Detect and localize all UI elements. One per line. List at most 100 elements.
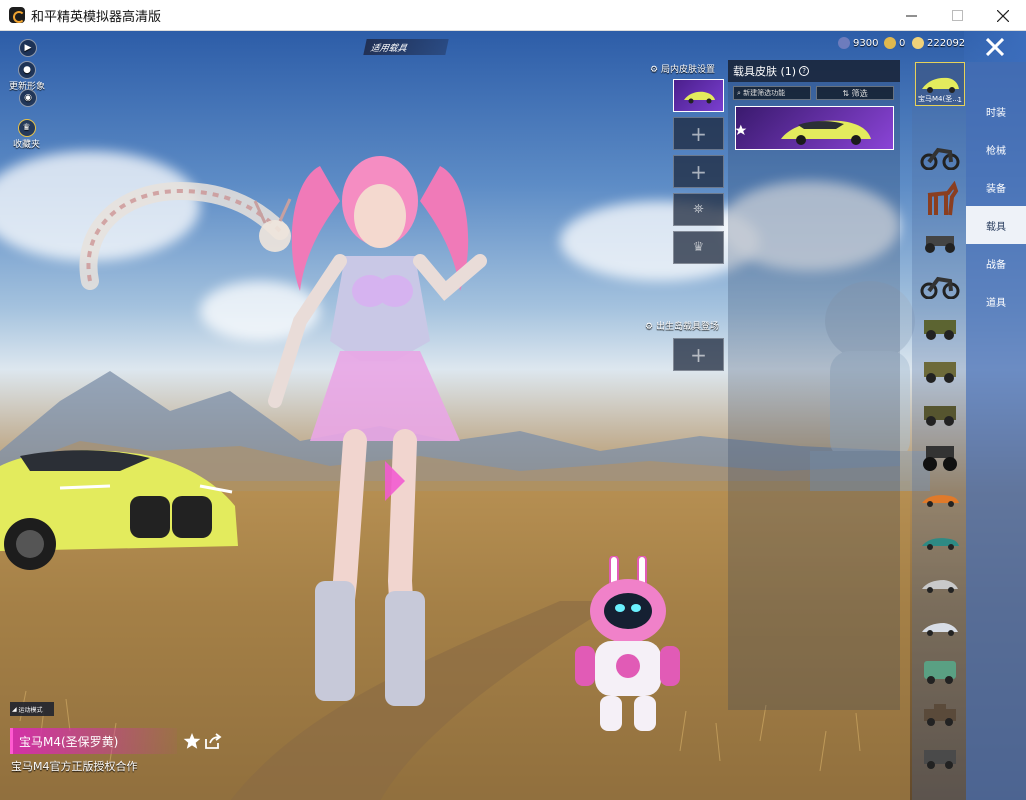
share-icon[interactable] [204,732,222,750]
spawn-island-label: 出生岛载具登场 [655,322,719,332]
tab-weapons[interactable]: 枪械 [966,130,1026,168]
vehicle-item-jeep-2[interactable] [915,394,965,434]
skin-slot-3[interactable]: + [673,155,724,188]
vehicle-item-horse[interactable] [915,179,965,219]
vehicle-item-monster-truck[interactable] [915,437,965,477]
vehicle-skin-panel: 载具皮肤 (1) ? ⌕ 新建筛选功能 ⇅ 筛选 [728,60,900,710]
close-icon [986,37,1004,56]
buggy-icon [925,236,955,253]
filter-icon: ⇅ [842,88,852,98]
tab-vehicles[interactable]: 载具 [966,206,1026,244]
play-icon: ▶ [19,39,37,57]
app-logo-icon [9,7,25,23]
car-thumbnail-icon [735,120,871,145]
close-icon [997,9,1009,22]
tab-tactical[interactable]: 战备 [966,244,1026,282]
add-icon: + [690,342,707,367]
uaz-icon [924,362,956,383]
vehicle-item-sports-car-teal[interactable] [915,523,965,563]
vehicle-item-buggy[interactable] [915,222,965,262]
skin-slot-5[interactable]: ♛ [673,231,724,264]
close-window-button[interactable] [980,0,1026,31]
vehicle-item-motorcycle-2[interactable] [915,265,965,305]
vehicle-item-coupe[interactable] [915,609,965,649]
skin-search-text: 新建筛选功能 [743,89,786,97]
close-panel-button[interactable] [964,31,1026,62]
gear-icon: ⚙ [650,65,661,75]
badge-icon: ⛯ [693,202,704,217]
skin-filter-button[interactable]: ⇅ 筛选 [816,86,894,100]
skin-slot-1[interactable] [673,79,724,112]
minimize-button[interactable] [888,0,934,31]
medal-icon [884,37,896,49]
tab-equipment[interactable]: 装备 [966,168,1026,206]
currency-second: 0 [884,37,905,49]
view-toggle-button[interactable]: ◉ [19,89,37,107]
pet-robot-model [575,556,680,731]
vehicle-item-bus[interactable] [915,652,965,692]
help-icon[interactable]: ? [799,66,810,76]
sports-car-icon [922,538,959,550]
skin-slot-4[interactable]: ⛯ [673,193,724,226]
skin-slot-2[interactable]: + [673,117,724,150]
vehicle-item-caption: 宝马M4(圣... [918,95,959,103]
gear-icon: ⚙ [645,322,656,332]
motorcycle-icon [920,147,960,170]
update-look-button[interactable]: ● 更新形象 [9,61,45,92]
vehicle-item-sports-car-orange[interactable] [915,480,965,520]
currency-second-value: 0 [899,37,906,49]
vehicle-item-bmw[interactable]: 宝马M4(圣... 1 [915,62,965,106]
vehicle-item-count: 1 [957,96,962,104]
maximize-icon [951,10,963,21]
horse-icon [927,181,959,216]
mode-badge: ◢ 运动模式 [10,702,54,716]
item-name-bar: 宝马M4(圣保罗黄) [10,728,177,754]
title-bar: 和平精英模拟器高清版 [0,0,1026,31]
motorcycle-icon [920,276,960,299]
minimize-icon [905,15,917,17]
car-thumbnail-icon [683,91,715,103]
skin-card-bmw-m4[interactable] [735,106,894,150]
token-icon [838,37,850,49]
jeep-icon [924,406,956,426]
sedan-icon [922,580,958,593]
spawn-island-slot[interactable]: + [673,338,724,371]
vehicle-item-uaz[interactable] [915,351,965,391]
maximize-button[interactable] [934,0,980,31]
window-title: 和平精英模拟器高清版 [31,9,162,25]
skin-search-input[interactable]: ⌕ 新建筛选功能 [733,86,811,100]
app-window: 和平精英模拟器高清版 ▶ ● 更新形象 ◉ ♛ 收藏夹 适用载具 9300 0 … [0,0,1026,800]
favorites-label: 收藏夹 [13,140,41,150]
vehicle-item-truck[interactable] [915,738,965,778]
skin-filter-label: 筛选 [851,88,868,98]
truck-icon [924,750,956,769]
crown-icon: ♛ [17,119,36,137]
bus-icon [924,661,956,684]
coupe-icon [922,623,958,636]
car-thumbnail-icon [922,77,959,93]
favorites-button[interactable]: ♛ 收藏夹 [13,119,40,150]
play-hud-button[interactable]: ▶ [19,39,37,57]
coin-icon [912,37,924,49]
item-description: 宝马M4官方正版授权合作 [11,760,138,773]
spawn-island-header: ⚙ 出生岛载具登场 [645,319,719,332]
tab-items[interactable]: 道具 [966,282,1026,320]
item-name: 宝马M4(圣保罗黄) [19,734,119,749]
category-tabs: 时装 枪械 装备 载具 战备 道具 [966,62,1026,800]
monster-truck-icon [923,446,957,471]
in-match-skin-label: 局内皮肤设置 [660,65,715,75]
mode-badge-text: 运动模式 [18,706,43,714]
add-icon: + [690,121,707,146]
vehicle-item-sedan[interactable] [915,566,965,606]
tab-fashion[interactable]: 时装 [966,92,1026,130]
eye-icon: ◉ [19,89,37,107]
vehicle-item-motorcycle[interactable] [915,136,965,176]
sports-car-icon [922,495,959,507]
vehicle-list: 宝马M4(圣... 1 [912,62,966,800]
crown-icon: ♛ [692,240,705,255]
vehicle-item-pickup[interactable] [915,695,965,735]
vehicle-item-jeep[interactable] [915,308,965,348]
person-icon: ● [18,61,36,79]
currency-third-value: 222092 [927,37,966,49]
star-icon[interactable] [183,732,201,750]
